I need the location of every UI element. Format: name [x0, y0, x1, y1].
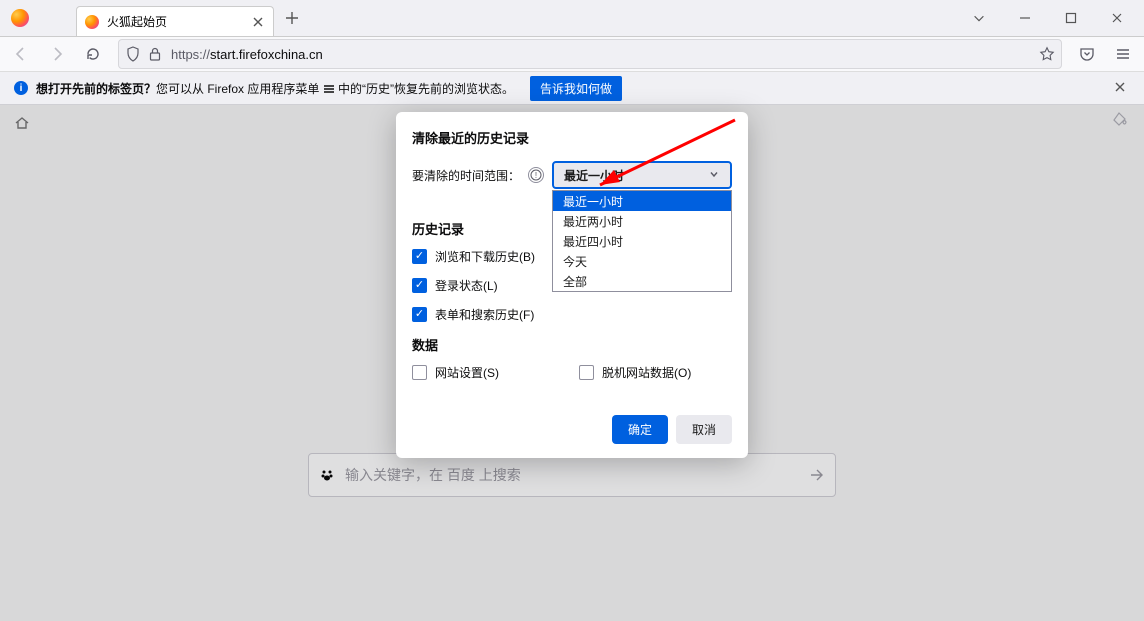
url-bar[interactable]: https://start.firefoxchina.cn [118, 39, 1062, 69]
dropdown-option[interactable]: 最近两小时 [553, 211, 731, 231]
shield-icon [125, 46, 141, 62]
lock-icon [147, 46, 163, 62]
checkbox-label: 网站设置(S) [435, 364, 499, 381]
checkbox-site-settings[interactable] [412, 365, 427, 380]
infobar-close-button[interactable] [1110, 77, 1130, 100]
firefox-logo-icon [11, 9, 29, 27]
maximize-button[interactable] [1048, 4, 1094, 32]
checkbox-label: 浏览和下载历史(B) [435, 248, 535, 265]
show-me-how-button[interactable]: 告诉我如何做 [530, 76, 622, 101]
favicon-icon [85, 15, 99, 29]
restore-session-infobar: i 想打开先前的标签页？您可以从 Firefox 应用程序菜单 中的“历史”恢复… [0, 72, 1144, 105]
checkbox-row[interactable]: 表单和搜索历史(F) [412, 306, 732, 323]
checkbox-label: 脱机网站数据(O) [602, 364, 691, 381]
time-range-label: 要清除的时间范围： [412, 167, 520, 184]
ok-button[interactable]: 确定 [612, 415, 668, 444]
dialog-title: 清除最近的历史记录 [412, 128, 732, 147]
infobar-text: 想打开先前的标签页？您可以从 Firefox 应用程序菜单 中的“历史”恢复先前… [36, 80, 514, 97]
info-icon: i [14, 81, 28, 95]
forward-button[interactable] [40, 39, 74, 69]
checkbox-browse-history[interactable] [412, 249, 427, 264]
toolbar: https://start.firefoxchina.cn [0, 36, 1144, 72]
time-range-select[interactable]: 最近一小时 最近一小时 最近两小时 最近四小时 今天 全部 [552, 161, 732, 189]
tabs-dropdown-button[interactable] [956, 4, 1002, 32]
tab-title: 火狐起始页 [107, 13, 243, 30]
clear-history-dialog: 清除最近的历史记录 要清除的时间范围： ! 最近一小时 最近一小时 最近两小时 … [396, 112, 748, 458]
time-range-value: 最近一小时 [564, 167, 624, 184]
dropdown-option[interactable]: 今天 [553, 251, 731, 271]
site-identity[interactable] [125, 46, 163, 62]
new-tab-button[interactable] [278, 4, 306, 32]
minimize-button[interactable] [1002, 4, 1048, 32]
hamburger-icon [323, 83, 335, 95]
window-controls [956, 0, 1140, 36]
reload-button[interactable] [76, 39, 110, 69]
url-text: https://start.firefoxchina.cn [171, 47, 1031, 62]
cancel-button[interactable]: 取消 [676, 415, 732, 444]
help-icon[interactable]: ! [528, 167, 544, 183]
checkbox-label: 表单和搜索历史(F) [435, 306, 534, 323]
checkbox-row[interactable]: 脱机网站数据(O) [579, 364, 691, 381]
time-range-dropdown: 最近一小时 最近两小时 最近四小时 今天 全部 [552, 190, 732, 292]
dropdown-option[interactable]: 最近四小时 [553, 231, 731, 251]
dropdown-option[interactable]: 全部 [553, 271, 731, 291]
svg-text:!: ! [535, 171, 537, 180]
checkbox-row[interactable]: 网站设置(S) [412, 364, 499, 381]
titlebar: 火狐起始页 [0, 0, 1144, 36]
dropdown-option[interactable]: 最近一小时 [553, 191, 731, 211]
bookmark-star-button[interactable] [1039, 46, 1055, 62]
back-button[interactable] [4, 39, 38, 69]
chevron-down-icon [708, 168, 720, 183]
save-to-pocket-button[interactable] [1070, 39, 1104, 69]
checkbox-label: 登录状态(L) [435, 277, 498, 294]
app-menu-button[interactable] [1106, 39, 1140, 69]
tab-active[interactable]: 火狐起始页 [76, 6, 274, 36]
checkbox-form-history[interactable] [412, 307, 427, 322]
checkbox-login-state[interactable] [412, 278, 427, 293]
data-section-title: 数据 [412, 335, 732, 354]
close-button[interactable] [1094, 4, 1140, 32]
firefox-app-icon [0, 0, 40, 36]
checkbox-offline-data[interactable] [579, 365, 594, 380]
tab-close-button[interactable] [251, 15, 265, 29]
